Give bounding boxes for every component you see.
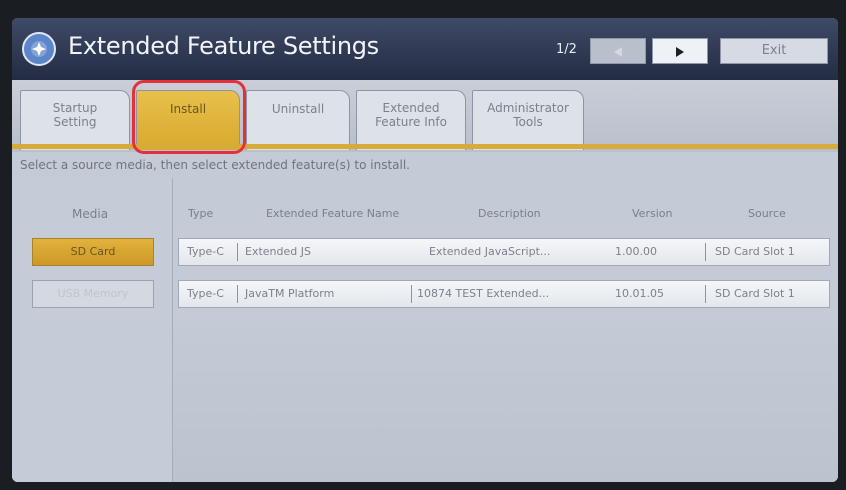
column-header-description: Description bbox=[478, 207, 541, 220]
cell-separator bbox=[411, 285, 412, 303]
cell-type: Type-C bbox=[187, 245, 224, 258]
tab-label: Tools bbox=[513, 115, 543, 129]
cell-version: 10.01.05 bbox=[615, 287, 664, 300]
column-header-version: Version bbox=[632, 207, 673, 220]
tab-label: Setting bbox=[53, 115, 97, 129]
table-row[interactable]: Type-C JavaTM Platform 10874 TEST Extend… bbox=[178, 280, 830, 308]
cell-separator bbox=[237, 285, 238, 303]
cell-source: SD Card Slot 1 bbox=[715, 245, 795, 258]
app-logo-icon bbox=[22, 32, 56, 66]
next-page-button[interactable] bbox=[652, 38, 708, 64]
tab-label: Startup bbox=[52, 101, 98, 115]
tab-label: Administrator bbox=[487, 101, 569, 115]
tab-label: Feature Info bbox=[375, 115, 447, 129]
tab-label: Extended bbox=[382, 101, 440, 115]
tab-startup-setting[interactable]: Startup Setting bbox=[20, 90, 130, 150]
triangle-left-icon bbox=[614, 47, 622, 57]
cell-description: Extended JavaScript... bbox=[429, 245, 551, 258]
tab-extended-feature-info[interactable]: Extended Feature Info bbox=[356, 90, 466, 150]
cell-name: JavaTM Platform bbox=[245, 287, 335, 300]
column-header-type: Type bbox=[188, 207, 214, 220]
exit-button[interactable]: Exit bbox=[720, 38, 828, 64]
table-row[interactable]: Type-C Extended JS Extended JavaScript..… bbox=[178, 238, 830, 266]
column-header-name: Extended Feature Name bbox=[266, 207, 400, 220]
cell-separator bbox=[237, 243, 238, 261]
page-title: Extended Feature Settings bbox=[68, 32, 379, 60]
column-header-source: Source bbox=[748, 207, 786, 220]
tab-uninstall[interactable]: Uninstall bbox=[246, 90, 350, 150]
page-indicator: 1/2 bbox=[556, 42, 577, 57]
cell-source: SD Card Slot 1 bbox=[715, 287, 795, 300]
cell-version: 1.00.00 bbox=[615, 245, 657, 258]
previous-page-button[interactable] bbox=[590, 38, 646, 64]
media-header: Media bbox=[72, 207, 109, 221]
panel-screen: Extended Feature Settings 1/2 Exit Start… bbox=[12, 18, 838, 482]
column-divider bbox=[172, 178, 173, 482]
cell-name: Extended JS bbox=[245, 245, 311, 258]
cell-description: 10874 TEST Extended... bbox=[417, 287, 550, 300]
highlight-annotation bbox=[132, 80, 246, 154]
title-bar: Extended Feature Settings 1/2 Exit bbox=[12, 18, 838, 80]
media-sd-card-button[interactable]: SD Card bbox=[32, 238, 154, 266]
triangle-right-icon bbox=[676, 47, 684, 57]
cell-separator bbox=[705, 285, 706, 303]
cell-type: Type-C bbox=[187, 287, 224, 300]
instruction-text: Select a source media, then select exten… bbox=[20, 158, 410, 172]
tab-administrator-tools[interactable]: Administrator Tools bbox=[472, 90, 584, 150]
tab-label: Uninstall bbox=[271, 102, 325, 116]
cell-separator bbox=[705, 243, 706, 261]
media-column bbox=[12, 178, 172, 482]
media-usb-memory-button[interactable]: USB Memory bbox=[32, 280, 154, 308]
